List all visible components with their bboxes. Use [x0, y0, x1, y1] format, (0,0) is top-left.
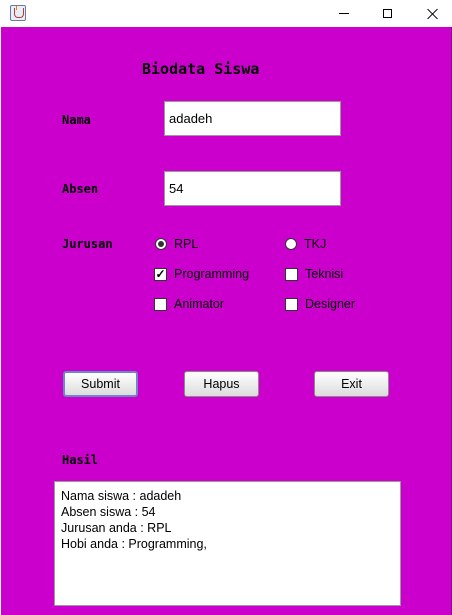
radio-tkj[interactable]: TKJ [285, 237, 326, 251]
minimize-button[interactable] [321, 0, 367, 27]
checkbox-animator-label: Animator [174, 297, 225, 311]
checkbox-teknisi[interactable]: Teknisi [285, 267, 343, 281]
absen-label: Absen [62, 182, 99, 196]
radio-tkj-label: TKJ [304, 237, 327, 251]
radio-rpl[interactable]: RPL [155, 237, 198, 251]
radio-rpl-indicator[interactable] [155, 238, 167, 250]
checkbox-programming-label: Programming [174, 267, 250, 281]
hasil-label: Hasil [62, 453, 99, 467]
close-button[interactable] [410, 0, 452, 27]
maximize-icon [382, 9, 392, 18]
result-line-jurusan: Jurusan anda : RPL [61, 521, 172, 535]
form-panel: Biodata Siswa Nama Absen Jurusan RPL TKJ… [1, 27, 451, 615]
checkbox-designer-label: Designer [305, 297, 356, 311]
checkbox-animator[interactable]: Animator [154, 297, 224, 311]
java-app-icon [10, 5, 26, 21]
checkbox-teknisi-box[interactable] [285, 267, 298, 281]
result-line-absen: Absen siswa : 54 [61, 505, 156, 519]
jurusan-label: Jurusan [62, 237, 113, 251]
maximize-button[interactable] [364, 0, 410, 27]
checkbox-designer-box[interactable] [285, 297, 298, 311]
checkbox-designer[interactable]: Designer [285, 297, 355, 311]
radio-tkj-indicator[interactable] [285, 238, 297, 250]
hapus-button[interactable]: Hapus [184, 371, 259, 397]
nama-input[interactable] [164, 101, 341, 136]
nama-label: Nama [62, 113, 91, 127]
result-line-nama: Nama siswa : adadeh [61, 489, 182, 503]
result-line-hobi: Hobi anda : Programming, [61, 537, 207, 551]
checkbox-programming[interactable]: ✓ Programming [154, 267, 249, 281]
checkbox-animator-box[interactable] [154, 297, 167, 311]
checkbox-teknisi-label: Teknisi [305, 267, 344, 281]
result-textarea[interactable]: Nama siswa : adadeh Absen siswa : 54 Jur… [54, 481, 401, 606]
close-icon [427, 8, 439, 20]
check-mark-icon[interactable]: ✓ [154, 267, 167, 281]
radio-rpl-label: RPL [174, 237, 199, 251]
minimize-icon [339, 13, 349, 14]
exit-button[interactable]: Exit [314, 371, 389, 397]
absen-input[interactable] [164, 171, 341, 206]
submit-button[interactable]: Submit [63, 371, 138, 397]
page-title: Biodata Siswa [142, 60, 260, 78]
title-bar [0, 0, 452, 27]
